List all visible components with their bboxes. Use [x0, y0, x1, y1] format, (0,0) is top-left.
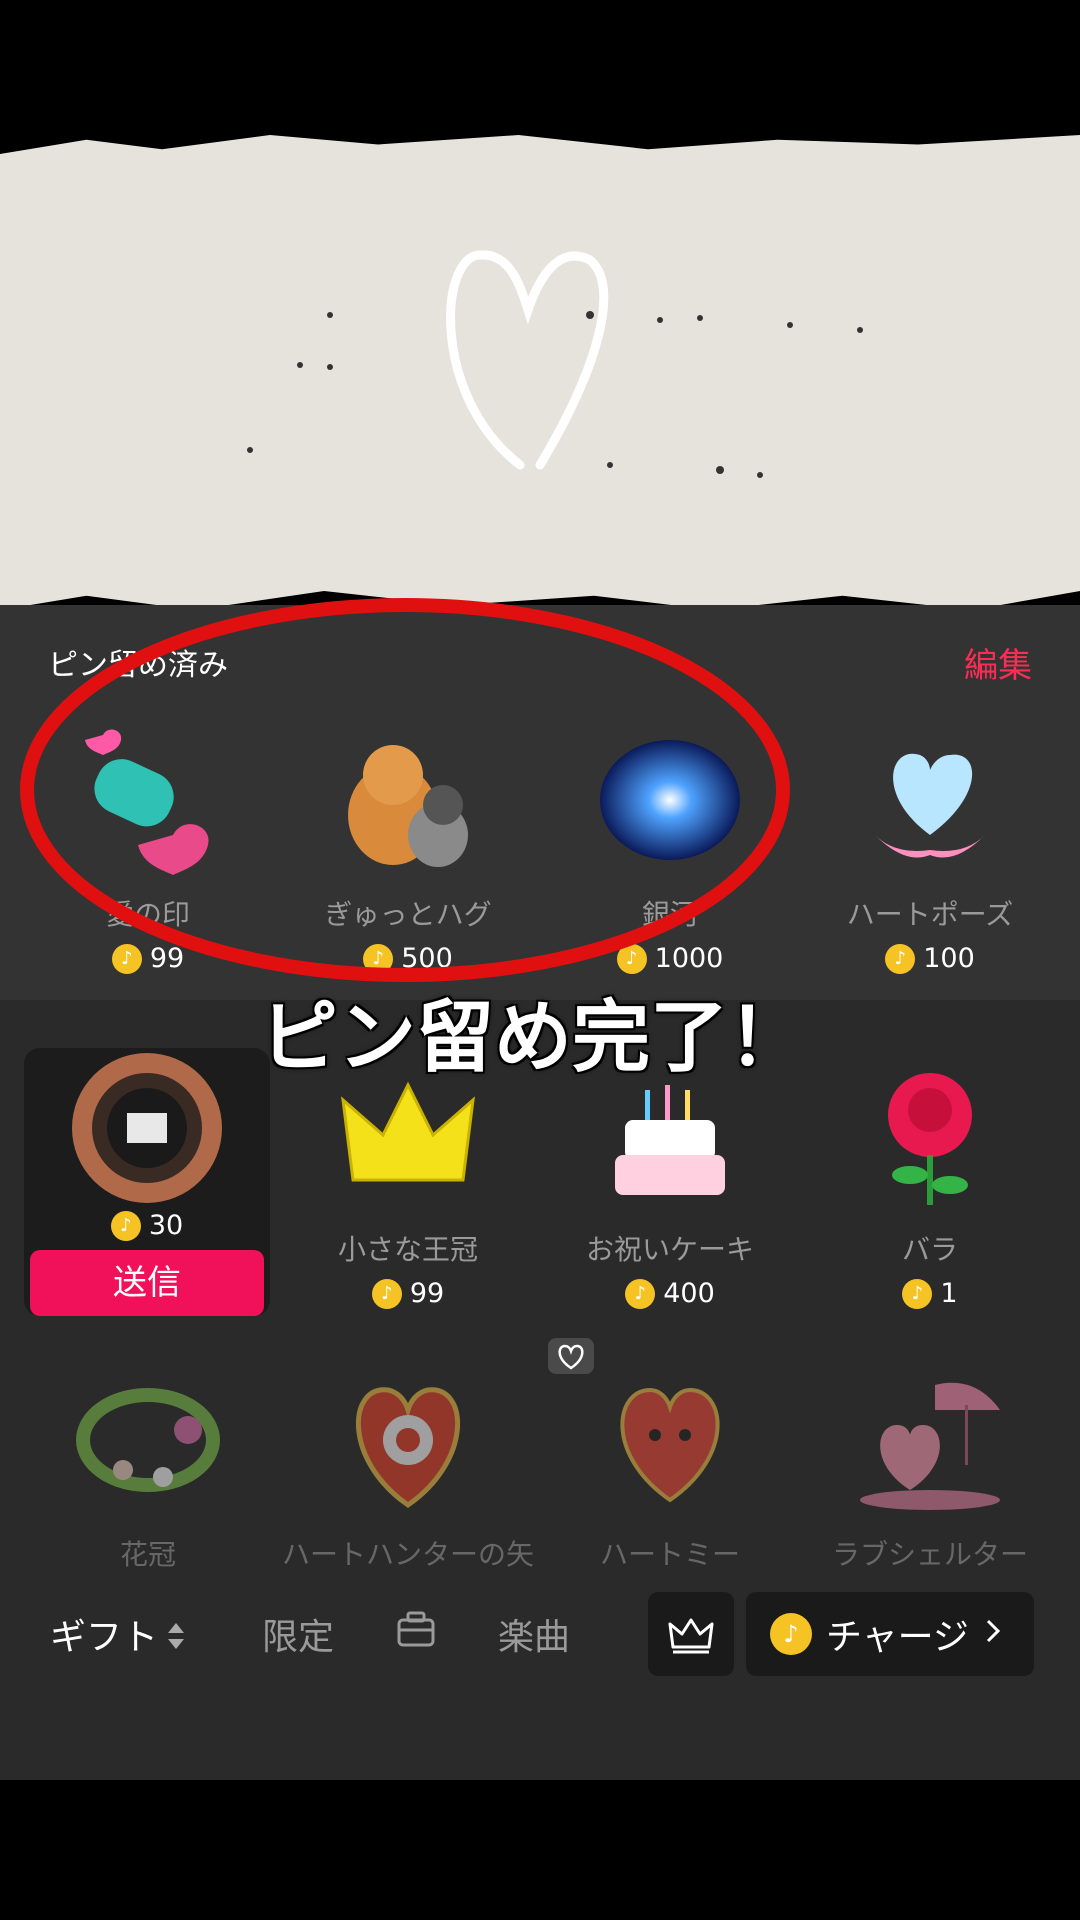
- coin-icon: [902, 1278, 933, 1309]
- galaxy-icon: [595, 725, 745, 875]
- coin-icon: [770, 1613, 812, 1655]
- gift-name: ぎゅっとハグ: [324, 898, 492, 931]
- coin-icon: [363, 943, 394, 974]
- love-mark-icon: [73, 725, 223, 875]
- sort-icon: [166, 1619, 186, 1660]
- shiba-hug-icon: [333, 725, 483, 875]
- coin-icon: [625, 1278, 656, 1309]
- gift-item[interactable]: ハートポーズ 100: [800, 725, 1060, 974]
- gift-price: 1: [940, 1278, 958, 1309]
- gift-item[interactable]: 小さな王冠 99: [278, 1060, 538, 1309]
- coin-icon: [371, 1278, 402, 1309]
- gift-price: 100: [923, 943, 975, 974]
- gift-price: 400: [663, 1278, 715, 1309]
- send-button[interactable]: 送信: [30, 1250, 264, 1316]
- gift-item[interactable]: ぎゅっとハグ 500: [278, 725, 538, 974]
- love-shelter-icon: [855, 1365, 1005, 1515]
- section-title: ピン留め済み: [48, 648, 228, 683]
- crown-button[interactable]: [648, 1592, 734, 1676]
- gift-price: 500: [401, 943, 453, 974]
- tab-gift[interactable]: ギフト: [50, 1608, 186, 1660]
- castle-badge-icon: [57, 1038, 237, 1218]
- coin-icon: [616, 943, 647, 974]
- gift-item[interactable]: バラ 1: [800, 1060, 1060, 1309]
- coin-icon: [111, 943, 142, 974]
- gift-name: ハートミー: [599, 1538, 740, 1571]
- heart-hands-icon: [855, 725, 1005, 875]
- gift-name: お祝いケーキ: [585, 1233, 754, 1266]
- gift-price: 99: [409, 1278, 445, 1309]
- heart-me-icon: [595, 1365, 745, 1515]
- gift-item[interactable]: 銀河 1000: [540, 725, 800, 974]
- charge-button[interactable]: チャージ: [746, 1592, 1034, 1676]
- gift-price: 1000: [654, 943, 724, 974]
- coin-icon: [110, 1210, 141, 1241]
- top-letterbox: [0, 0, 1080, 140]
- bottom-letterbox: [0, 1780, 1080, 1920]
- flower-crown-icon: [73, 1365, 223, 1515]
- charge-label: チャージ: [826, 1617, 969, 1658]
- gift-item[interactable]: ハートミー: [540, 1365, 800, 1573]
- overlay-caption: ピン留め完了！: [260, 992, 807, 1083]
- gift-item[interactable]: お祝いケーキ 400: [540, 1060, 800, 1309]
- coin-icon: [885, 943, 916, 974]
- gift-name: 愛の印: [105, 898, 190, 931]
- gift-box-icon[interactable]: [396, 1608, 436, 1648]
- rose-icon: [855, 1060, 1005, 1210]
- heart-doodle-icon: [247, 250, 863, 478]
- gift-item[interactable]: 花冠: [18, 1365, 278, 1573]
- gift-name: バラ: [901, 1233, 958, 1266]
- gift-name: ラブシェルター: [831, 1538, 1028, 1571]
- gift-name: ハートポーズ: [846, 898, 1014, 931]
- gift-name: 小さな王冠: [337, 1233, 478, 1266]
- chevron-right-icon: [983, 1614, 1003, 1655]
- gift-name: ハートハンターの矢: [281, 1538, 534, 1571]
- dartboard-icon: [333, 1365, 483, 1515]
- gift-item[interactable]: 愛の印 99: [18, 725, 278, 974]
- gift-item[interactable]: ハートハンターの矢: [278, 1365, 538, 1573]
- edit-button[interactable]: 編集: [964, 638, 1032, 687]
- gift-price: 99: [149, 943, 185, 974]
- tab-limited[interactable]: 限定: [262, 1608, 334, 1660]
- gift-name: 花冠: [119, 1538, 176, 1571]
- gift-name: 銀河: [641, 898, 698, 931]
- selected-gift-price: 30: [30, 1210, 264, 1241]
- crown-outline-icon: [668, 1618, 714, 1654]
- gift-item[interactable]: ラブシェルター: [800, 1365, 1060, 1573]
- paper-background: [0, 135, 1080, 610]
- tab-music[interactable]: 楽曲: [498, 1608, 570, 1660]
